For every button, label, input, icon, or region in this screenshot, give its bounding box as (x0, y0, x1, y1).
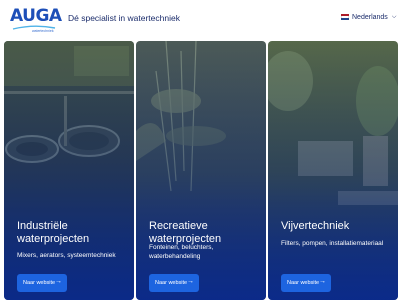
netherlands-flag-icon (341, 14, 349, 20)
button-label: Naar website (155, 280, 188, 286)
website-button[interactable]: Naar website → (281, 274, 331, 292)
card-title: Industriële waterprojecten (17, 220, 90, 245)
fountain-photo (136, 41, 266, 300)
card-pond-technology[interactable]: Vijvertechniek Filters, pompen, installa… (268, 41, 398, 300)
card-industrial[interactable]: Industriële waterprojecten Mixers, aerat… (4, 41, 134, 300)
auga-logo[interactable]: AUGA watertechniek (10, 6, 62, 36)
arrow-right-icon: → (187, 278, 194, 285)
card-title: Recreatieve waterprojecten (149, 220, 222, 245)
language-selector[interactable]: Nederlands ⌵ (341, 12, 396, 22)
card-title: Vijvertechniek (281, 220, 350, 232)
industrial-photo (4, 41, 134, 300)
button-label: Naar website (23, 280, 56, 286)
language-label: Nederlands (352, 13, 388, 21)
website-button[interactable]: Naar website → (149, 274, 199, 292)
card-subtitle: Fonteinen, beluchters, waterbehandeling (149, 244, 214, 260)
site-tagline: Dé specialist in watertechniek (68, 13, 180, 23)
chevron-down-icon: ⌵ (391, 13, 397, 20)
arrow-right-icon: → (55, 278, 62, 285)
logo-subtext: watertechniek (32, 29, 54, 33)
arrow-right-icon: → (319, 278, 326, 285)
pond-photo (268, 41, 398, 300)
card-recreational[interactable]: Recreatieve waterprojecten Fonteinen, be… (136, 41, 266, 300)
logo-wordmark: AUGA (10, 6, 62, 26)
website-button[interactable]: Naar website → (17, 274, 67, 292)
card-subtitle: Filters, pompen, installatiemateriaal (281, 240, 384, 247)
card-subtitle: Mixers, aerators, systeemtechniek (17, 252, 116, 259)
site-header: AUGA watertechniek Dé specialist in wate… (0, 0, 400, 40)
button-label: Naar website (287, 280, 320, 286)
